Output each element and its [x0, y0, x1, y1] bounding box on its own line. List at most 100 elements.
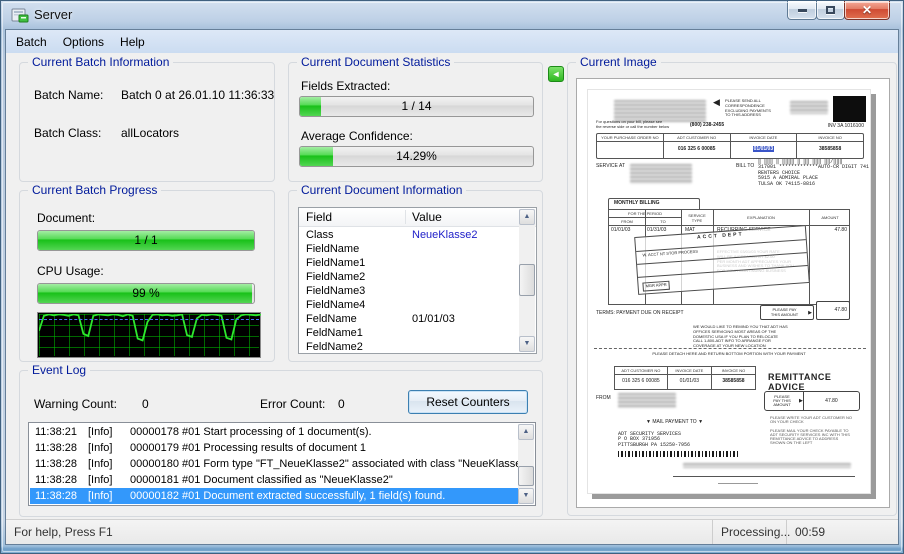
fields-extracted-progressbar: 1 / 14: [299, 96, 534, 117]
doc-remit-col: ADT CUSTOMER NO 016 325 6 00085: [615, 367, 667, 389]
doc-col-label: ADT CUSTOMER NO: [663, 135, 730, 142]
doc-header-col: ADT CUSTOMER NO 016 325 6 00085: [662, 134, 730, 158]
collapse-image-panel-button[interactable]: ◄: [548, 66, 564, 82]
field-name-cell: FieldName3: [306, 285, 366, 297]
doc-barcode: [618, 451, 738, 457]
image-viewer-panel: ◀ PLEASE SEND ALL CORRESPONDENCE EXCLUDI…: [576, 78, 890, 508]
doc-footer-redacted: [683, 463, 851, 468]
column-header-value[interactable]: Value: [412, 210, 442, 224]
doc-check-notes: PLEASE WRITE YOUR ADT CUSTOMER NO ON YOU…: [770, 415, 853, 446]
error-count-label: Error Count:: [260, 397, 326, 411]
log-message: 00000178 #01 Start processing of 1 docum…: [130, 426, 372, 438]
scroll-down-icon[interactable]: ▼: [519, 336, 535, 352]
reset-counters-button[interactable]: Reset Counters: [408, 390, 528, 414]
cpu-threshold-line: [39, 319, 259, 320]
log-entry[interactable]: 11:38:28 [Info] 00000180 #01 Form type "…: [30, 456, 531, 472]
scrollbar-thumb[interactable]: [519, 264, 535, 296]
doc-header-col: INVOICE NO 38585858: [796, 134, 863, 158]
log-time: 11:38:28: [35, 458, 78, 470]
avg-confidence-progressbar: 14.29%: [299, 146, 534, 167]
status-bar: For help, Press F1 Processing... 00:59: [6, 519, 898, 544]
log-scrollbar[interactable]: ▲ ▼: [518, 424, 534, 504]
table-row[interactable]: FieldName: [299, 242, 519, 256]
doc-footer-line: [673, 476, 855, 477]
status-help-text: For help, Press F1: [14, 525, 113, 539]
group-current-image: Current Image ◀ PLEASE SEND ALL CORRESPO…: [567, 55, 897, 516]
doc-terms: TERMS: PAYMENT DUE ON RECEIPT: [596, 310, 684, 316]
column-divider[interactable]: [405, 210, 406, 224]
scrollbar-thumb[interactable]: [518, 466, 534, 486]
doc-please-pay-label: PLEASE PAY THIS AMOUNT: [770, 307, 799, 317]
log-time: 11:38:28: [35, 490, 78, 502]
log-entry[interactable]: 11:38:28 [Info] 00000181 #01 Document cl…: [30, 472, 518, 488]
table-row[interactable]: FieldName4: [299, 298, 519, 312]
warning-count-value: 0: [142, 397, 149, 411]
status-processing: Processing...: [712, 520, 790, 544]
table-row[interactable]: FeldName1: [299, 326, 519, 340]
group-title: Current Image: [576, 55, 661, 69]
chevron-left-icon: ◄: [551, 69, 561, 79]
doc-col-label: AMOUNT: [821, 215, 839, 220]
titlebar[interactable]: Server ✕: [1, 1, 903, 29]
scroll-down-icon[interactable]: ▼: [518, 488, 534, 504]
batch-name-label: Batch Name:: [34, 88, 104, 102]
field-name-cell: FieldName1: [306, 257, 366, 269]
field-name-cell: Class: [306, 229, 334, 241]
menu-item[interactable]: Batch: [8, 32, 55, 52]
table-row[interactable]: FieldName3: [299, 284, 519, 298]
doc-col-label: TO: [660, 219, 666, 224]
log-message: 00000180 #01 Form type "FT_NeueKlasse2" …: [130, 458, 532, 470]
log-level: [Info]: [88, 458, 113, 470]
scroll-up-icon[interactable]: ▲: [518, 424, 534, 440]
doc-col-label: SERVICE TYPE: [688, 213, 706, 223]
doc-table-line: [609, 225, 849, 226]
table-header[interactable]: Field Value: [299, 208, 536, 227]
doc-service-at-label: SERVICE AT: [596, 163, 625, 169]
menu-item[interactable]: Help: [112, 32, 153, 52]
table-row[interactable]: Class NeueKlasse2: [299, 228, 519, 242]
table-row[interactable]: FeldName2: [299, 340, 519, 353]
group-document-information: Current Document Information Field Value…: [288, 183, 543, 362]
group-batch-information: Current Batch Information Batch Name: Ba…: [19, 55, 275, 182]
doc-col-value: 38585858: [819, 146, 842, 152]
doc-col-label: FOR THE PERIOD: [628, 211, 662, 216]
log-message: 00000182 #01 Document extracted successf…: [130, 490, 446, 502]
cpu-history-graph: [37, 312, 261, 358]
doc-arrow-icon: ◀: [713, 97, 720, 107]
cpu-usage-label: CPU Usage:: [37, 264, 104, 278]
log-entry[interactable]: 11:38:21 [Info] 00000178 #01 Start proce…: [30, 424, 518, 440]
window-icon[interactable]: [11, 7, 29, 23]
field-name-cell: FeldName2: [306, 341, 363, 353]
doc-monthly-billing-box: MONTHLY BILLING: [608, 198, 700, 209]
field-name-cell: FieldName: [306, 243, 360, 255]
doc-remittance-advice-title: REMITTANCE ADVICE: [768, 372, 832, 392]
doc-from-address-redacted: [618, 393, 676, 408]
log-entry[interactable]: 11:38:28 [Info] 00000179 #01 Processing …: [30, 440, 518, 456]
doc-correspondence-note: PLEASE SEND ALL CORRESPONDENCE EXCLUDING…: [725, 98, 771, 118]
table-row[interactable]: FieldName1: [299, 256, 519, 270]
event-log-list: 11:38:21 [Info] 00000178 #01 Start proce…: [28, 422, 536, 506]
doc-cell-value: 01/31/03: [647, 227, 667, 233]
close-button[interactable]: ✕: [844, 1, 890, 20]
field-name-cell: FieldName4: [306, 299, 366, 311]
batch-class-value: allLocators: [121, 126, 180, 140]
doc-col-label: FROM: [621, 219, 633, 224]
doc-pay-arrow-icon: ▶: [808, 309, 812, 316]
menu-item[interactable]: Options: [55, 32, 112, 52]
doc-remit-pay-box: PLEASE PAY THIS AMOUNT ▶ 47.80: [764, 391, 860, 411]
doc-service-address-redacted: [630, 164, 692, 184]
scroll-up-icon[interactable]: ▲: [519, 209, 535, 225]
log-entry[interactable]: 11:38:28 [Info] 00000182 #01 Document ex…: [30, 488, 518, 504]
minimize-button[interactable]: [787, 1, 817, 20]
doc-col-value: 01/01/03: [731, 146, 797, 152]
table-row[interactable]: FeldName 01/01/03: [299, 312, 519, 326]
progress-text: 99 %: [132, 286, 160, 300]
doc-header-col: YOUR PURCHASE ORDER NO: [597, 134, 663, 158]
table-row[interactable]: FieldName2: [299, 270, 519, 284]
error-count-value: 0: [338, 397, 345, 411]
event-log-rows: 11:38:21 [Info] 00000178 #01 Start proce…: [30, 424, 531, 504]
maximize-button[interactable]: [816, 1, 845, 20]
table-scrollbar[interactable]: ▲ ▼: [519, 209, 535, 352]
maximize-icon: [826, 6, 835, 14]
column-header-field[interactable]: Field: [306, 210, 332, 224]
